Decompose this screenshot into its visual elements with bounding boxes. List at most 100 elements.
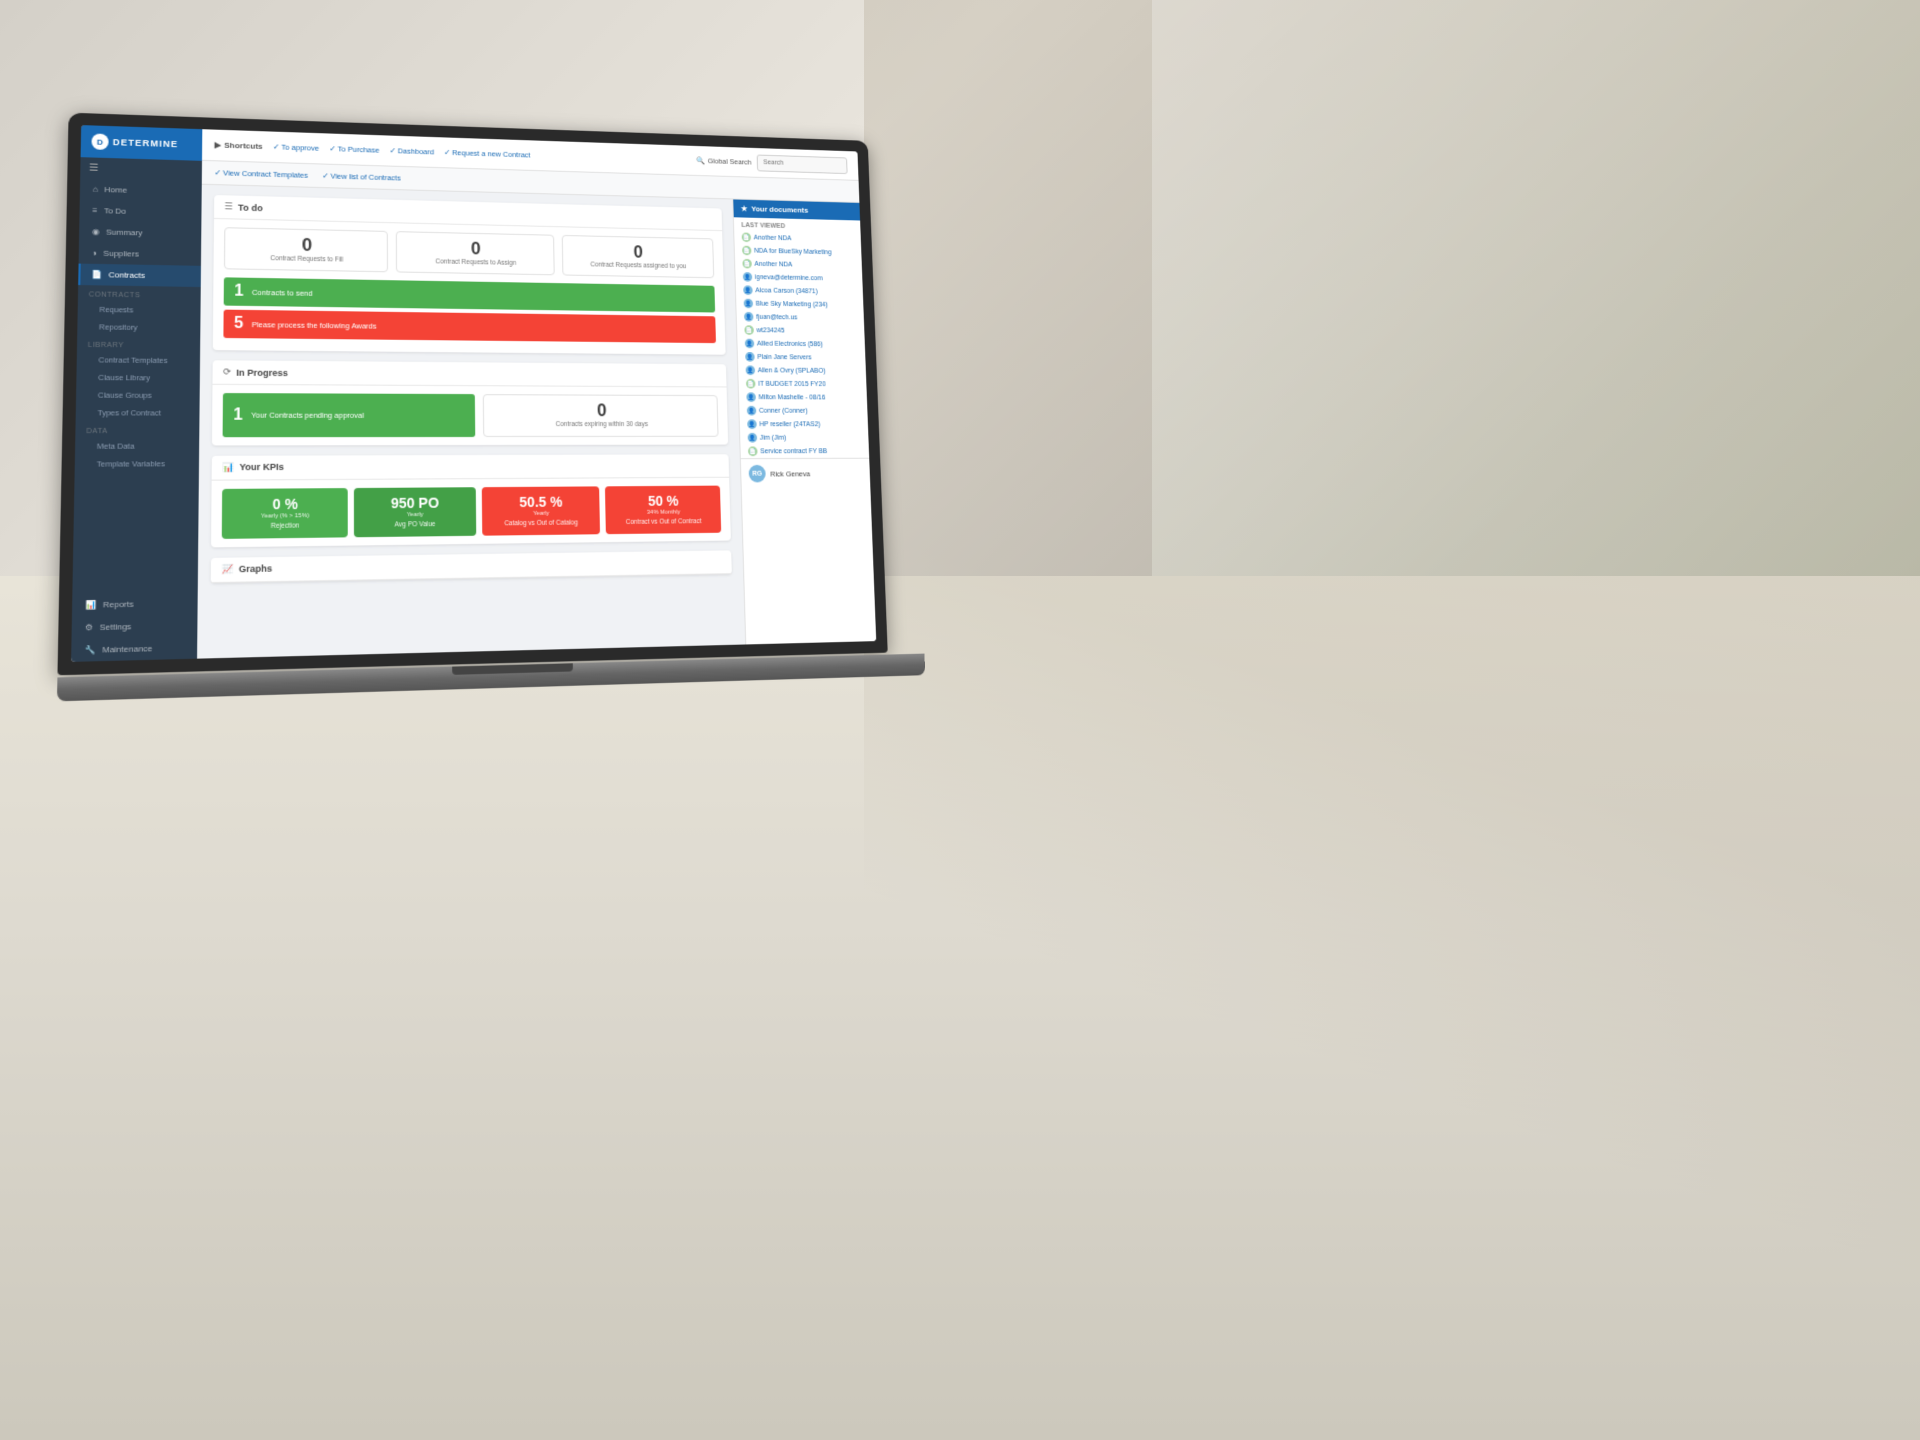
doc-item-11[interactable]: 📄IT BUDGET 2015 FY20 bbox=[738, 377, 866, 391]
doc-item-avatar-8: 👤 bbox=[745, 339, 755, 349]
graphs-header: 📈 Graphs bbox=[211, 550, 732, 583]
data-section-label: DATA bbox=[75, 422, 199, 438]
kpi-sub-0: Yearly (% > 15%) bbox=[230, 513, 339, 520]
doc-item-label-2: Another NDA bbox=[754, 261, 792, 268]
doc-item-12[interactable]: 👤Milton Mashelle - 08/16 bbox=[739, 390, 867, 404]
shortcut-to-purchase[interactable]: ✓ To Purchase bbox=[329, 144, 379, 154]
sidebar-nav: ⌂ Home ≡ To Do ◉ Summary ◑ bbox=[72, 178, 201, 594]
sidebar-sub-types-of-contract[interactable]: Types of Contract bbox=[76, 404, 200, 422]
shortcut-to-approve[interactable]: ✓ To approve bbox=[273, 142, 319, 152]
kpi-card-0: 0 % Yearly (% > 15%) Rejection bbox=[222, 488, 348, 539]
todo-icon: ≡ bbox=[92, 206, 97, 215]
in-progress-card-1: 0 Contracts expiring within 30 days bbox=[482, 395, 718, 437]
sidebar-sub-template-variables[interactable]: Template Variables bbox=[75, 455, 199, 473]
doc-item-avatar-4: 👤 bbox=[743, 285, 753, 295]
sidebar-sub-repository[interactable]: Repository bbox=[77, 318, 200, 337]
doc-item-7[interactable]: 📄wt234245 bbox=[737, 323, 865, 338]
doc-item-avatar-12: 👤 bbox=[746, 392, 756, 402]
star-icon: ★ bbox=[741, 204, 748, 213]
doc-item-14[interactable]: 👤HP reseller (24TAS2) bbox=[740, 417, 869, 431]
kpi-label-1: Avg PO Value bbox=[362, 521, 468, 529]
todo-section-icon: ☰ bbox=[224, 201, 232, 212]
kpi-card-3: 50 % 34% Monthly Contract vs Out of Cont… bbox=[605, 485, 721, 534]
shortcut-dashboard[interactable]: ✓ Dashboard bbox=[389, 146, 434, 156]
kpi-sub-2: Yearly bbox=[490, 510, 593, 517]
sidebar-sub-requests[interactable]: Requests bbox=[78, 300, 201, 319]
sidebar-item-contracts[interactable]: 📄 Contracts bbox=[78, 264, 201, 287]
doc-item-avatar-6: 👤 bbox=[744, 312, 754, 322]
tick-icon-5: ✓ bbox=[214, 168, 221, 177]
kpi-icon: 📊 bbox=[222, 462, 234, 473]
doc-item-avatar-0: 📄 bbox=[742, 233, 751, 243]
action-btn-label-1: Please process the following Awards bbox=[252, 320, 707, 334]
progress-count-row: 1 Your Contracts pending approval 0 Cont… bbox=[223, 393, 719, 437]
sidebar-sub-contract-templates[interactable]: Contract Templates bbox=[77, 351, 201, 369]
kpi-header: 📊 Your KPIs bbox=[212, 454, 730, 480]
doc-item-9[interactable]: 👤Plain Jane Servers bbox=[738, 350, 866, 364]
shortcut-request-contract[interactable]: ✓ Request a new Contract bbox=[444, 148, 531, 159]
kpi-value-3: 50 % bbox=[613, 493, 713, 508]
doc-item-label-5: Blue Sky Marketing (234) bbox=[756, 300, 828, 308]
kpi-cards-row: 0 % Yearly (% > 15%) Rejection 950 PO Ye… bbox=[222, 485, 721, 538]
kpi-sub-1: Yearly bbox=[362, 511, 468, 518]
todo-action-btn-0[interactable]: 1 Contracts to send bbox=[224, 278, 715, 313]
settings-icon: ⚙ bbox=[85, 623, 93, 633]
subnav-view-list[interactable]: ✓ View list of Contracts bbox=[322, 171, 401, 182]
doc-item-16[interactable]: 📄Service contract FY BB bbox=[740, 444, 869, 458]
shortcuts-arrow: ▶ bbox=[215, 140, 221, 149]
app-title: DETERMINE bbox=[113, 137, 178, 149]
count-number-0: 0 bbox=[233, 234, 379, 255]
kpi-sub-3: 34% Monthly bbox=[613, 509, 713, 516]
suppliers-icon: ◑ bbox=[92, 249, 97, 258]
doc-item-label-14: HP reseller (24TAS2) bbox=[759, 421, 820, 428]
count-card-1: 0 Contract Requests to Assign bbox=[396, 231, 554, 276]
doc-item-13[interactable]: 👤Conner (Conner) bbox=[739, 404, 867, 418]
doc-item-label-3: igneva@determine.com bbox=[755, 274, 823, 282]
in-progress-icon: ⟳ bbox=[223, 367, 231, 378]
doc-item-label-6: fjuan@tech.us bbox=[756, 314, 797, 321]
doc-item-label-9: Plain Jane Servers bbox=[757, 354, 811, 361]
progress-count-0: 1 bbox=[233, 407, 242, 423]
doc-item-avatar-14: 👤 bbox=[747, 419, 757, 429]
sidebar-item-reports[interactable]: 📊 Reports bbox=[72, 592, 198, 617]
right-panel: ★ Your documents Last Viewed 📄Another ND… bbox=[732, 199, 876, 644]
tick-icon-6: ✓ bbox=[322, 171, 328, 180]
content-area: ☰ To do 0 Contract Requests to Fill bbox=[197, 185, 745, 659]
subnav-view-templates[interactable]: ✓ View Contract Templates bbox=[214, 168, 308, 180]
doc-item-avatar-13: 👤 bbox=[747, 406, 757, 416]
sidebar-item-todo[interactable]: ≡ To Do bbox=[79, 200, 201, 224]
sidebar-bottom: 📊 Reports ⚙ Settings 🔧 Maintenance bbox=[71, 592, 198, 662]
graphs-section: 📈 Graphs bbox=[211, 550, 732, 583]
kpi-section: 📊 Your KPIs 0 % Yearly (% > 15%) Rejecti… bbox=[211, 454, 731, 547]
sidebar-item-summary[interactable]: ◉ Summary bbox=[79, 221, 201, 245]
count-card-2: 0 Contract Requests assigned to you bbox=[561, 235, 714, 279]
doc-item-avatar-9: 👤 bbox=[745, 352, 755, 362]
sidebar-sub-clause-library[interactable]: Clause Library bbox=[76, 369, 200, 387]
doc-item-label-16: Service contract FY BB bbox=[760, 448, 827, 455]
contracts-section-label: CONTRACTS bbox=[78, 285, 201, 302]
sidebar-item-maintenance[interactable]: 🔧 Maintenance bbox=[71, 636, 197, 662]
todo-action-btn-1[interactable]: 5 Please process the following Awards bbox=[223, 310, 716, 343]
sidebar-sub-clause-groups[interactable]: Clause Groups bbox=[76, 386, 200, 404]
sidebar-item-suppliers[interactable]: ◑ Suppliers bbox=[79, 242, 202, 266]
doc-item-label-7: wt234245 bbox=[756, 327, 784, 334]
doc-item-label-11: IT BUDGET 2015 FY20 bbox=[758, 380, 826, 387]
graphs-icon: 📈 bbox=[221, 564, 233, 576]
user-bar: RG Rick Geneva bbox=[741, 458, 871, 489]
doc-item-avatar-2: 📄 bbox=[742, 259, 752, 269]
sidebar-item-settings[interactable]: ⚙ Settings bbox=[72, 614, 198, 639]
kpi-card-2: 50.5 % Yearly Catalog vs Out of Catalog bbox=[481, 486, 600, 535]
search-input[interactable] bbox=[757, 154, 848, 174]
laptop-screen: D DETERMINE ☰ ⌂ Home ≡ T bbox=[71, 125, 876, 662]
in-progress-btn-0[interactable]: 1 Your Contracts pending approval bbox=[223, 393, 475, 437]
doc-item-8[interactable]: 👤Allied Electronics (586) bbox=[737, 337, 865, 352]
todo-section-body: 0 Contract Requests to Fill 0 Contract R… bbox=[213, 219, 726, 355]
kpi-label-3: Contract vs Out of Contract bbox=[614, 518, 714, 526]
progress-label-0: Your Contracts pending approval bbox=[251, 411, 465, 420]
doc-item-10[interactable]: 👤Allen & Ovry (SPLABO) bbox=[738, 363, 866, 377]
library-section-label: LIBRARY bbox=[77, 335, 200, 352]
doc-item-15[interactable]: 👤Jim (Jim) bbox=[740, 431, 869, 445]
doc-item-label-12: Milton Mashelle - 08/16 bbox=[758, 394, 825, 401]
sidebar-sub-meta-data[interactable]: Meta Data bbox=[75, 437, 199, 455]
in-progress-title: In Progress bbox=[236, 368, 288, 378]
